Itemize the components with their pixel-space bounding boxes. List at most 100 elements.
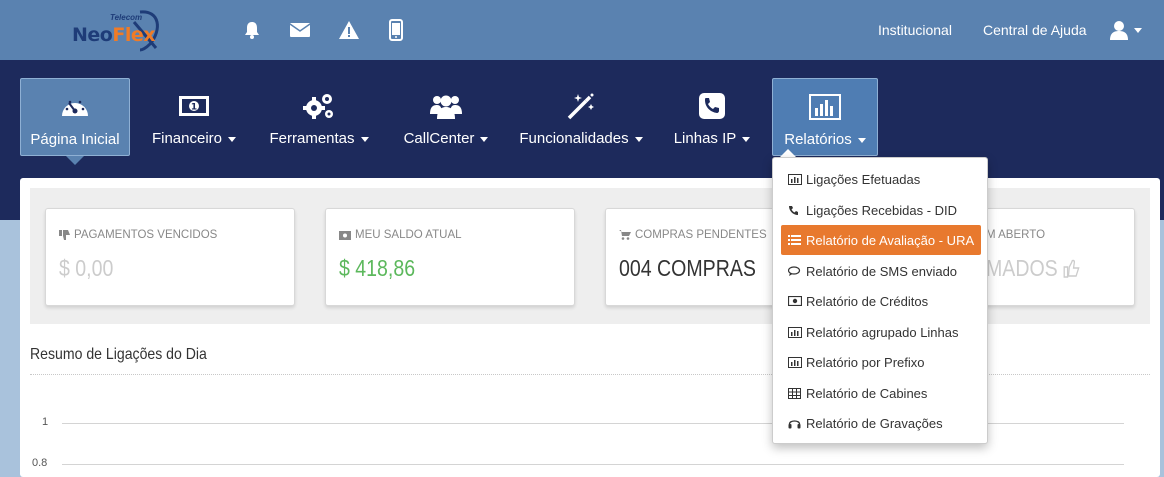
user-menu-button[interactable] [1110, 16, 1150, 44]
menu-item-agrupado-linhas[interactable]: Relatório agrupado Linhas [781, 317, 981, 347]
logo-text-flex: Flex [112, 24, 155, 46]
stat-title-text: COMPRAS PENDENTES [635, 229, 767, 241]
menu-item-por-prefixo[interactable]: Relatório por Prefixo [781, 347, 981, 377]
menu-item-label: Relatório de Avaliação - URA [806, 232, 975, 248]
stat-title: M ABERTO [986, 229, 1045, 241]
money-icon [788, 296, 802, 306]
bar-chart-icon [788, 356, 802, 368]
nav-text-financeiro: Financeiro [151, 130, 223, 147]
institucional-link[interactable]: Institucional [878, 22, 952, 38]
money-icon [339, 230, 351, 240]
menu-item-sms-enviado[interactable]: Relatório de SMS enviado [781, 256, 981, 286]
phone-icon [698, 88, 726, 124]
help-center-link[interactable]: Central de Ajuda [983, 22, 1087, 38]
chevron-down-icon [1134, 27, 1142, 33]
caret-down-icon [857, 137, 866, 143]
menu-item-label: Relatório de Créditos [806, 293, 929, 309]
stat-value: $ 418,86 [339, 255, 416, 281]
group-icon [429, 88, 463, 124]
stat-title-text: PAGAMENTOS VENCIDOS [74, 229, 218, 241]
nav-item-ferramentas[interactable]: Ferramentas [262, 78, 376, 156]
menu-item-ligacoes-efetuadas[interactable]: Ligações Efetuadas [781, 164, 981, 194]
magic-wand-icon [566, 88, 596, 124]
gears-icon [302, 88, 336, 124]
menu-item-ligacoes-recebidas[interactable]: Ligações Recebidas - DID [781, 195, 981, 225]
menu-item-creditos[interactable]: Relatório de Créditos [781, 286, 981, 316]
menu-item-label: Relatório de Gravações [806, 415, 943, 431]
caret-down-icon [228, 136, 237, 142]
nav-item-relatorios[interactable]: Relatórios [772, 78, 878, 156]
envelope-icon[interactable] [288, 18, 312, 42]
nav-label-funcionalidades: Funcionalidades [519, 130, 643, 147]
relatorios-dropdown: Ligações Efetuadas Ligações Recebidas - … [772, 157, 988, 444]
bar-chart-icon [809, 89, 841, 125]
menu-item-label: Relatório por Prefixo [806, 354, 925, 370]
nav-label-callcenter: CallCenter [404, 130, 489, 147]
stat-title: COMPRAS PENDENTES [619, 229, 767, 241]
stat-card-saldo-atual[interactable]: MEU SALDO ATUAL $ 418,86 [325, 208, 575, 306]
logo-text-neo: Neo [72, 24, 113, 46]
nav-active-pointer [66, 156, 84, 165]
nav-item-financeiro[interactable]: 1 Financeiro [146, 78, 242, 156]
stat-title: MEU SALDO ATUAL [339, 229, 462, 241]
nav-text-ferramentas: Ferramentas [269, 130, 355, 147]
nav-label-financeiro: Financeiro [151, 130, 237, 147]
menu-item-label: Ligações Recebidas - DID [806, 202, 958, 218]
stat-title-text: M ABERTO [986, 229, 1046, 241]
caret-down-icon [742, 136, 751, 142]
nav-item-pagina-inicial[interactable]: Página Inicial [20, 78, 130, 156]
nav-label-pagina-inicial: Página Inicial [30, 131, 120, 148]
caret-down-icon [360, 136, 369, 142]
stat-title: PAGAMENTOS VENCIDOS [59, 229, 217, 241]
svg-text:1: 1 [191, 103, 197, 113]
nav-text-callcenter: CallCenter [403, 130, 475, 147]
stat-value: $ 0,00 [59, 255, 114, 281]
comments-icon [788, 265, 801, 276]
grid-line [62, 464, 1124, 465]
caret-down-icon [480, 136, 489, 142]
phone-icon [789, 205, 798, 215]
nav-label-relatorios: Relatórios [784, 131, 866, 148]
logo[interactable]: Telecom NeoFlex [70, 8, 165, 52]
user-icon [1110, 21, 1128, 40]
y-tick-label: 0.8 [32, 457, 48, 469]
logo-text: NeoFlex [72, 24, 155, 46]
stat-value-text: MADOS [986, 255, 1058, 281]
menu-item-label: Ligações Efetuadas [806, 171, 921, 187]
bar-chart-icon [788, 326, 802, 338]
menu-item-label: Relatório agrupado Linhas [806, 324, 959, 340]
nav-item-callcenter[interactable]: CallCenter [396, 78, 496, 156]
nav-item-linhas-ip[interactable]: Linhas IP [668, 78, 756, 156]
stat-value: MADOS [986, 255, 1080, 282]
nav-text-relatorios: Relatórios [784, 131, 852, 148]
nav-text-linhas-ip: Linhas IP [673, 130, 737, 147]
stat-value: 004 COMPRAS [619, 255, 756, 281]
menu-item-label: Relatório de SMS enviado [806, 263, 958, 279]
warning-icon[interactable] [337, 18, 361, 42]
nav-text-funcionalidades: Funcionalidades [519, 130, 629, 147]
stat-card-pagamentos-vencidos[interactable]: PAGAMENTOS VENCIDOS $ 0,00 [45, 208, 295, 306]
cart-icon [619, 230, 631, 240]
bell-icon[interactable] [240, 18, 264, 42]
section-title: Resumo de Ligações do Dia [30, 346, 207, 363]
list-icon [788, 235, 801, 245]
thumbs-down-icon [59, 230, 70, 240]
nav-label-ferramentas: Ferramentas [269, 130, 369, 147]
nav-item-funcionalidades[interactable]: Funcionalidades [514, 78, 648, 156]
y-tick-label: 1 [42, 416, 49, 428]
money-icon: 1 [178, 88, 210, 124]
dropdown-arrow [780, 149, 796, 157]
menu-item-cabines[interactable]: Relatório de Cabines [781, 378, 981, 408]
logo-tagline: Telecom [110, 13, 143, 22]
nav-label-linhas-ip: Linhas IP [674, 130, 751, 147]
menu-item-label: Relatório de Cabines [806, 385, 928, 401]
caret-down-icon [634, 136, 643, 142]
bar-chart-icon [788, 173, 802, 185]
menu-item-avaliacao-ura[interactable]: Relatório de Avaliação - URA [781, 225, 981, 255]
thumbs-up-icon [1063, 259, 1080, 278]
menu-item-gravacoes[interactable]: Relatório de Gravações [781, 408, 981, 438]
table-icon [788, 387, 801, 399]
headphones-icon [788, 419, 801, 428]
stat-title-text: MEU SALDO ATUAL [355, 229, 462, 241]
mobile-icon[interactable] [384, 18, 408, 42]
